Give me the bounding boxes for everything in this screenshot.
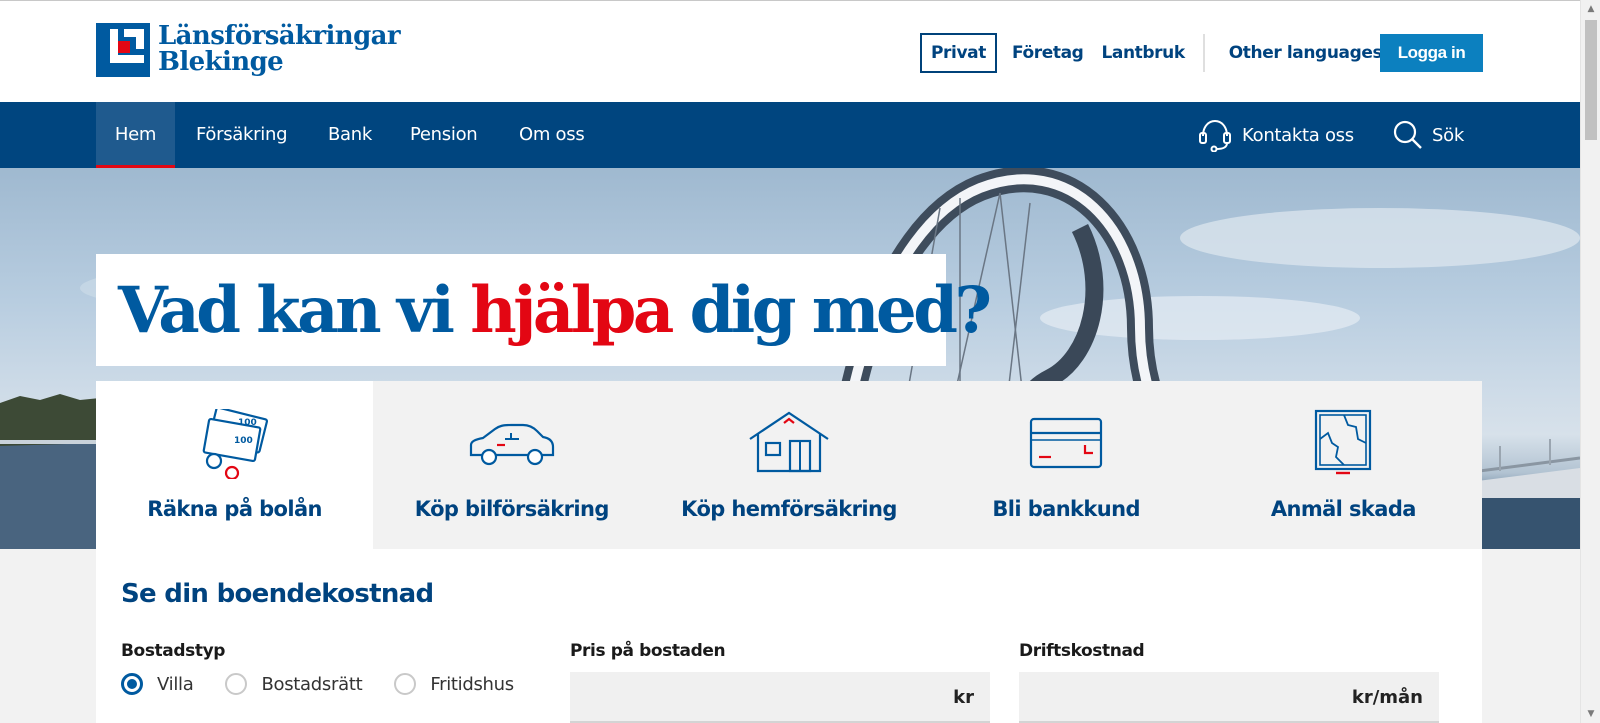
- headset-icon: [1199, 119, 1231, 152]
- nav-item-label: Pension: [410, 124, 478, 145]
- mortgage-calculator: Se din boendekostnad Bostadstyp Villa Bo…: [96, 549, 1482, 723]
- radio-indicator: [225, 673, 248, 695]
- contact-label: Kontakta oss: [1242, 124, 1354, 146]
- contact-link[interactable]: Kontakta oss: [1196, 102, 1354, 168]
- operating-cost-field: kr/mån: [1019, 672, 1439, 723]
- quicklink-label: Räkna på bolån: [147, 497, 322, 521]
- nav-item-pension[interactable]: Pension: [410, 102, 478, 168]
- quicklink-label: Anmäl skada: [1270, 497, 1417, 521]
- link-other-languages[interactable]: Other languages: [1220, 34, 1391, 72]
- operating-cost-label: Driftskostnad: [1019, 641, 1145, 661]
- nav-item-bank[interactable]: Bank: [328, 102, 372, 168]
- search-label: Sök: [1432, 124, 1464, 146]
- housing-type-radios: Villa Bostadsrätt Fritidshus: [121, 673, 546, 695]
- divider: [1202, 34, 1205, 72]
- quicklink-label: Köp bilförsäkring: [414, 497, 610, 521]
- scroll-up-icon[interactable]: ▲: [1581, 0, 1600, 18]
- login-button[interactable]: Logga in: [1380, 34, 1483, 72]
- scroll-thumb[interactable]: [1585, 20, 1597, 140]
- quicklink-label: Bli bankkund: [992, 497, 1140, 521]
- nav-item-forsakring[interactable]: Försäkring: [196, 102, 288, 168]
- quicklink-hemforsakring[interactable]: Köp hemförsäkring: [650, 381, 928, 549]
- quick-links: 100 100 Räkna på bolån Köp bilförsäkring…: [96, 381, 1482, 549]
- nav-item-label: Bank: [328, 124, 373, 145]
- svg-text:100: 100: [234, 436, 253, 446]
- radio-villa[interactable]: Villa: [121, 673, 194, 695]
- hero-headline-box: Vad kan vi hjälpa dig med?: [96, 254, 992, 366]
- quicklink-bilforsakring[interactable]: Köp bilförsäkring: [373, 381, 651, 549]
- money-bills-icon: 100 100: [202, 409, 268, 479]
- hero-headline: Vad kan vi hjälpa dig med?: [118, 272, 992, 348]
- nav-item-hem[interactable]: Hem: [96, 102, 175, 168]
- segment-links: Privat Företag Lantbruk Other languages: [920, 33, 1391, 73]
- radio-label: Fritidshus: [430, 673, 514, 695]
- radio-label: Villa: [157, 673, 194, 695]
- radio-indicator: [121, 673, 143, 695]
- nav-item-label: Försäkring: [196, 124, 288, 145]
- nav-item-label: Hem: [114, 124, 157, 145]
- radio-fritidshus[interactable]: Fritidshus: [394, 673, 514, 695]
- link-foretag[interactable]: Företag: [1003, 34, 1092, 72]
- nav-item-label: Om oss: [519, 124, 585, 145]
- link-lantbruk[interactable]: Lantbruk: [1092, 34, 1193, 72]
- radio-bostadsratt[interactable]: Bostadsrätt: [225, 673, 363, 695]
- housing-type-label: Bostadstyp: [121, 641, 226, 661]
- page-scrollbar[interactable]: ▲ ▼: [1580, 0, 1600, 723]
- radio-label: Bostadsrätt: [261, 673, 363, 695]
- house-icon: [749, 411, 829, 473]
- quicklink-bankkund[interactable]: Bli bankkund: [927, 381, 1205, 549]
- price-unit: kr: [953, 687, 974, 708]
- logo-line-1: Länsförsäkringar: [158, 21, 401, 51]
- price-field: kr: [570, 672, 990, 723]
- logo[interactable]: Länsförsäkringar Blekinge: [96, 21, 401, 77]
- logo-text: Länsförsäkringar Blekinge: [158, 21, 401, 77]
- nav-item-om-oss[interactable]: Om oss: [519, 102, 585, 168]
- link-privat[interactable]: Privat: [920, 33, 997, 73]
- radio-indicator: [394, 673, 417, 695]
- price-label: Pris på bostaden: [570, 641, 726, 661]
- quicklink-label: Köp hemförsäkring: [681, 497, 897, 521]
- logo-mark-icon: [96, 23, 150, 77]
- calculator-title: Se din boendekostnad: [121, 579, 434, 609]
- search-icon: [1393, 120, 1422, 149]
- main-nav: Hem Försäkring Bank Pension Om oss Konta…: [0, 102, 1580, 168]
- quicklink-rakna-bolan[interactable]: 100 100 Räkna på bolån: [96, 381, 374, 549]
- scroll-down-icon[interactable]: ▼: [1581, 705, 1600, 723]
- bank-card-icon: [1030, 417, 1103, 469]
- broken-window-icon: [1315, 409, 1372, 475]
- operating-cost-unit: kr/mån: [1351, 687, 1423, 708]
- car-icon: [469, 423, 554, 466]
- top-bar: Länsförsäkringar Blekinge Privat Företag…: [0, 0, 1580, 102]
- svg-text:100: 100: [238, 418, 257, 428]
- headline-accent: hjälpa: [470, 272, 674, 348]
- quicklink-anmal-skada[interactable]: Anmäl skada: [1204, 381, 1482, 549]
- price-input[interactable]: [570, 672, 990, 721]
- search-link[interactable]: Sök: [1392, 102, 1464, 168]
- logo-line-2: Blekinge: [158, 47, 284, 77]
